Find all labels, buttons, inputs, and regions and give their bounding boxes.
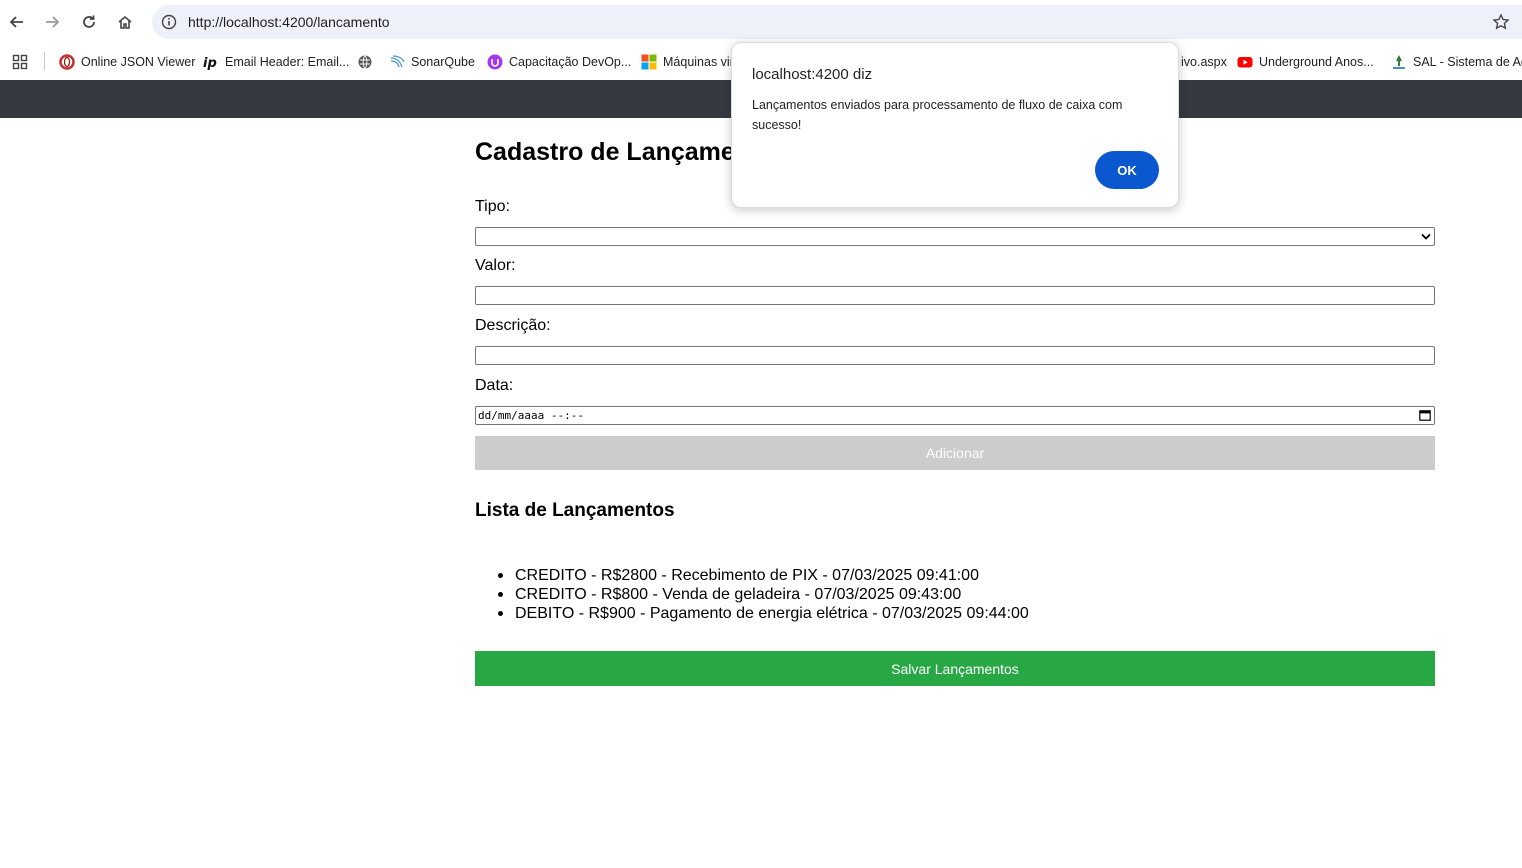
bookmark-label: ivo.aspx: [1181, 55, 1227, 69]
descricao-input[interactable]: [475, 346, 1435, 365]
sonarqube-icon: [389, 54, 405, 70]
tipo-select[interactable]: [475, 227, 1435, 246]
data-label: Data:: [475, 377, 514, 394]
tipo-label: Tipo:: [475, 198, 510, 215]
url-text[interactable]: http://localhost:4200/lancamento: [188, 14, 390, 30]
bookmark-label: Underground Anos...: [1259, 55, 1374, 69]
salvar-lancamentos-button[interactable]: Salvar Lançamentos: [475, 651, 1435, 686]
apps-grid-icon[interactable]: [12, 50, 28, 74]
bookmark-underground-anos[interactable]: Underground Anos...: [1237, 50, 1374, 74]
bookmark-label: SAL - Sistema de Ac...: [1413, 55, 1522, 69]
bookmark-label: SonarQube: [411, 55, 475, 69]
back-icon[interactable]: [5, 10, 29, 34]
valor-label: Valor:: [475, 257, 516, 274]
chevron-down-icon: [1421, 233, 1431, 240]
bookmark-label: Email Header: Email...: [225, 55, 350, 69]
opera-icon: [59, 54, 75, 70]
data-placeholder: dd/mm/aaaa --:--: [478, 409, 584, 422]
bookmark-label: Máquinas vir: [663, 55, 734, 69]
adicionar-button[interactable]: Adicionar: [475, 436, 1435, 470]
reload-icon[interactable]: [77, 10, 101, 34]
svg-text:ip: ip: [203, 56, 217, 70]
bookmark-label: Online JSON Viewer: [81, 55, 196, 69]
dialog-message: Lançamentos enviados para processamento …: [752, 98, 1123, 132]
data-datetime-input[interactable]: dd/mm/aaaa --:--: [475, 406, 1435, 425]
bookmark-maquinas-virtuais[interactable]: Máquinas vir: [641, 50, 734, 74]
microsoft-icon: [641, 54, 657, 70]
bookmark-label: Capacitação DevOp...: [509, 55, 632, 69]
list-item: DEBITO - R$900 - Pagamento de energia el…: [498, 605, 1029, 622]
list-item: CREDITO - R$2800 - Recebimento de PIX - …: [498, 566, 1029, 585]
bookmark-sonarqube[interactable]: SonarQube: [389, 50, 475, 74]
browser-toolbar: http://localhost:4200/lancamento: [0, 0, 1522, 44]
bookmark-capacitacao-devops[interactable]: Capacitação DevOp...: [487, 50, 631, 74]
lancamentos-list: CREDITO - R$2800 - Recebimento de PIX - …: [498, 566, 1029, 623]
globe-icon: [357, 54, 373, 70]
ip-icon: ip: [203, 54, 219, 71]
youtube-icon: [1237, 54, 1253, 70]
list-item: CREDITO - R$800 - Venda de geladeira - 0…: [498, 585, 1029, 604]
bookmark-globe[interactable]: [357, 50, 379, 74]
address-bar[interactable]: http://localhost:4200/lancamento: [152, 5, 1522, 39]
list-title: Lista de Lançamentos: [475, 500, 675, 521]
bookmark-sal-sistema[interactable]: SAL - Sistema de Ac...: [1391, 50, 1522, 74]
forward-icon[interactable]: [40, 10, 64, 34]
bookmarks-divider: [44, 52, 45, 70]
descricao-label: Descrição:: [475, 317, 551, 334]
dialog-title: localhost:4200 diz: [752, 66, 873, 83]
site-info-icon[interactable]: [160, 13, 178, 31]
bookmark-aspx[interactable]: ivo.aspx: [1181, 50, 1227, 74]
page-title: Cadastro de Lançament: [475, 138, 759, 166]
udemy-icon: [487, 54, 503, 70]
calendar-icon[interactable]: [1419, 409, 1431, 421]
bookmark-star-icon[interactable]: [1492, 13, 1510, 31]
bookmark-email-header[interactable]: ip Email Header: Email...: [203, 50, 349, 74]
bookmark-online-json-viewer[interactable]: Online JSON Viewer: [59, 50, 195, 74]
home-icon[interactable]: [113, 10, 137, 34]
valor-input[interactable]: [475, 286, 1435, 305]
alert-dialog: localhost:4200 diz Lançamentos enviados …: [731, 42, 1179, 208]
ok-button[interactable]: OK: [1095, 151, 1159, 189]
sal-icon: [1391, 54, 1407, 70]
